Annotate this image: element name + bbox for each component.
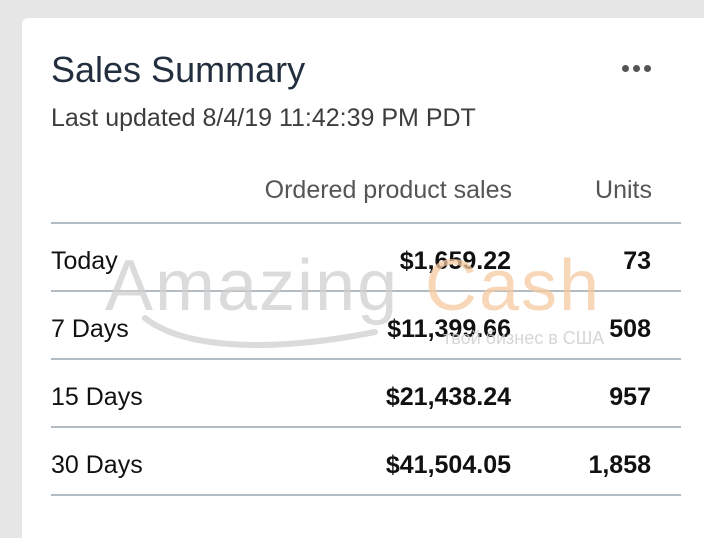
row-period: 7 Days (51, 315, 129, 343)
column-header-units: Units (595, 176, 652, 204)
row-sales: $11,399.66 (387, 315, 511, 343)
row-sales: $41,504.05 (385, 451, 511, 479)
card-title: Sales Summary (51, 49, 306, 90)
row-period: Today (51, 247, 118, 275)
more-horizontal-icon-dot (632, 64, 640, 72)
row-sales: $21,438.24 (385, 383, 511, 411)
row-period: 15 Days (51, 383, 143, 411)
row-units: 957 (609, 383, 651, 411)
table-divider (51, 494, 681, 496)
table-row: 7 Days $11,399.66 508 (51, 292, 681, 359)
table-row: Today $1,659.22 73 (51, 224, 681, 291)
row-units: 73 (623, 247, 651, 275)
row-period: 30 Days (51, 451, 143, 479)
row-units: 1,858 (588, 451, 651, 479)
table-row: 30 Days $41,504.05 1,858 (51, 428, 681, 495)
more-options-button[interactable] (616, 58, 656, 78)
last-updated-text: Last updated 8/4/19 11:42:39 PM PDT (51, 104, 476, 132)
row-units: 508 (609, 315, 651, 343)
sales-summary-card: Sales Summary Last updated 8/4/19 11:42:… (22, 18, 704, 538)
more-horizontal-icon (621, 64, 629, 72)
more-horizontal-icon-dot (643, 64, 651, 72)
column-header-ordered-product-sales: Ordered product sales (264, 176, 512, 204)
table-row: 15 Days $21,438.24 957 (51, 360, 681, 427)
row-sales: $1,659.22 (399, 247, 511, 275)
